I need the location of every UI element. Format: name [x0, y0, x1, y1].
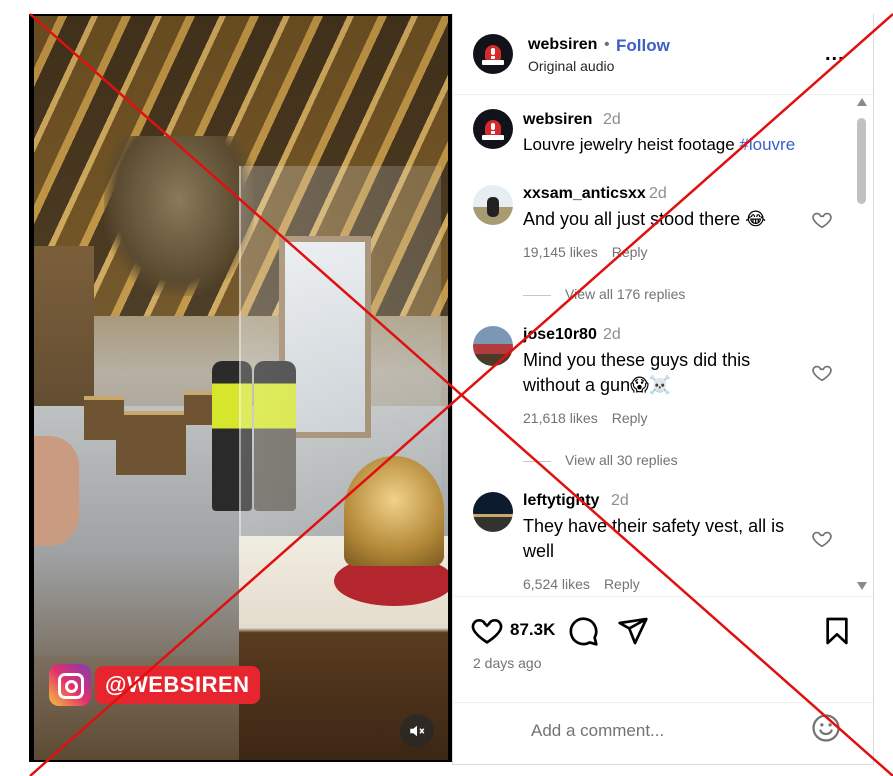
send-icon[interactable] [617, 615, 649, 647]
reply-button[interactable]: Reply [612, 410, 648, 426]
comment-username[interactable]: xxsam_anticsxx [523, 185, 646, 203]
watermark-handle: @WEBSIREN [95, 666, 260, 704]
post-header: websiren • Follow Original audio ... [453, 14, 873, 95]
crown [344, 456, 444, 566]
like-count[interactable]: 87.3K [510, 620, 555, 640]
comments-scrollbar[interactable] [855, 98, 869, 590]
avatar[interactable] [473, 109, 513, 149]
caption-text: Louvre jewelry heist footage #louvre [523, 135, 796, 154]
comment-likes[interactable]: 19,145 likes [523, 244, 598, 260]
avatar[interactable] [473, 326, 513, 366]
avatar[interactable] [473, 492, 513, 532]
reply-button[interactable]: Reply [612, 244, 648, 260]
comment-meta: 19,145 likes Reply [523, 244, 648, 260]
divider-line [523, 460, 551, 462]
divider-line [523, 294, 551, 296]
heart-icon[interactable] [811, 209, 833, 231]
posted-time[interactable]: 2 days ago [473, 655, 542, 671]
siren-icon [482, 43, 504, 65]
view-replies-button[interactable]: View all 176 replies [523, 286, 685, 302]
heart-icon[interactable] [811, 362, 833, 384]
comments-list[interactable]: websiren 2d Louvre jewelry heist footage… [453, 95, 873, 595]
comment-time: 2d [611, 492, 629, 509]
mute-button[interactable] [400, 714, 434, 748]
add-comment-bar [453, 702, 873, 765]
comment-likes[interactable]: 6,524 likes [523, 576, 590, 592]
hashtag-link[interactable]: #louvre [739, 135, 795, 154]
comment-username[interactable]: jose10r80 [523, 326, 597, 344]
heart-icon[interactable] [471, 615, 503, 647]
scrollbar-thumb[interactable] [857, 118, 866, 204]
comment-text: Mind you these guys did this without a g… [523, 350, 751, 395]
speaker-muted-icon [410, 725, 425, 737]
comment-text: They have their safety vest, all is well [523, 516, 785, 561]
more-icon[interactable]: ... [825, 43, 845, 66]
bookmark-icon[interactable] [821, 615, 853, 647]
post-panel: websiren • Follow Original audio ... web… [452, 14, 874, 765]
hand [34, 436, 79, 546]
comment-time: 2d [603, 326, 621, 343]
watermark: @WEBSIREN [49, 664, 260, 706]
gallery-vault [104, 136, 254, 296]
comment-input[interactable] [529, 717, 813, 745]
display-case [84, 396, 124, 440]
audio-label[interactable]: Original audio [528, 58, 614, 74]
comment-time: 2d [649, 185, 667, 202]
avatar[interactable] [473, 185, 513, 225]
comment-meta: 6,524 likes Reply [523, 576, 640, 592]
post-username[interactable]: websiren [528, 36, 597, 54]
view-replies-button[interactable]: View all 30 replies [523, 452, 678, 468]
post-actions: 87.3K 2 days ago [453, 596, 873, 687]
display-case [116, 411, 186, 475]
follow-button[interactable]: Follow [616, 36, 670, 56]
comment-username[interactable]: leftytighty [523, 492, 599, 510]
siren-icon [482, 118, 504, 140]
caption-username[interactable]: websiren [523, 111, 592, 129]
scroll-down-arrow-icon[interactable] [857, 582, 867, 590]
reply-button[interactable]: Reply [604, 576, 640, 592]
caption-time: 2d [603, 111, 621, 128]
comment-text: And you all just stood there 😂 [523, 209, 767, 229]
instagram-logo-icon [49, 664, 91, 706]
separator-dot: • [604, 36, 610, 53]
smiley-icon[interactable] [811, 713, 841, 743]
avatar[interactable] [473, 34, 513, 74]
comment-icon[interactable] [567, 615, 599, 647]
heart-icon[interactable] [811, 528, 833, 550]
scroll-up-arrow-icon[interactable] [857, 98, 867, 106]
video-frame [34, 16, 448, 760]
post-media[interactable]: @WEBSIREN [29, 14, 452, 762]
comment-meta: 21,618 likes Reply [523, 410, 648, 426]
comment-likes[interactable]: 21,618 likes [523, 410, 598, 426]
